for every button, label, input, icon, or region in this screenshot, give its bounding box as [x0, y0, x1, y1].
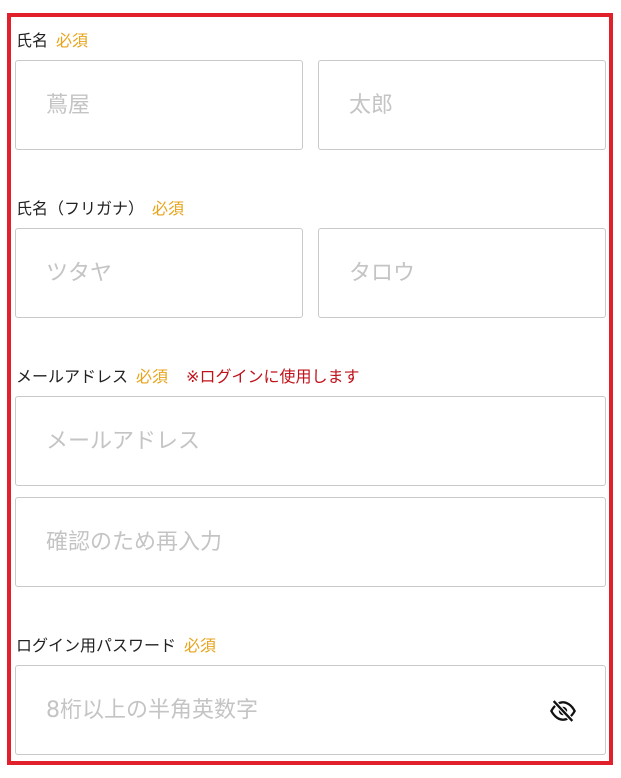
name-label-row: 氏名 必須 — [16, 31, 88, 51]
first-name-kana-input[interactable] — [318, 228, 606, 318]
email-label-row: メールアドレス 必須 ※ログインに使用します — [16, 367, 359, 387]
name-required-badge: 必須 — [56, 31, 89, 50]
eye-slash-icon[interactable] — [549, 697, 577, 725]
kana-label-row: 氏名（フリガナ） 必須 — [16, 199, 184, 219]
email-label: メールアドレス — [16, 367, 129, 386]
email-login-note: ※ログインに使用します — [186, 367, 360, 386]
password-required-badge: 必須 — [184, 636, 217, 655]
password-label-row: ログイン用パスワード 必須 — [16, 636, 216, 656]
last-name-kana-input[interactable] — [15, 228, 303, 318]
first-name-input[interactable] — [318, 60, 606, 150]
kana-label: 氏名（フリガナ） — [16, 199, 145, 218]
last-name-input[interactable] — [15, 60, 303, 150]
name-label: 氏名 — [16, 31, 49, 50]
kana-required-badge: 必須 — [152, 199, 185, 218]
email-input[interactable] — [15, 396, 606, 486]
password-label: ログイン用パスワード — [16, 636, 177, 655]
password-input[interactable] — [15, 665, 606, 755]
email-confirm-input[interactable] — [15, 497, 606, 587]
email-required-badge: 必須 — [136, 367, 169, 386]
